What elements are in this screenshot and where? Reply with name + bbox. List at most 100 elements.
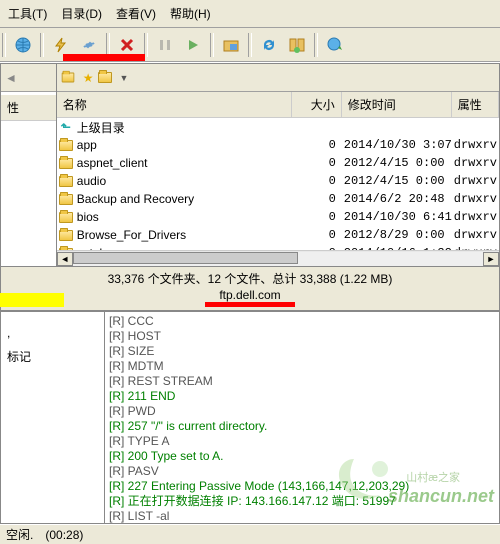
up-arrow-icon: ⬑	[59, 120, 73, 134]
file-name: Browse_For_Drivers	[77, 228, 186, 242]
path-toolbar: ★ ▼	[57, 64, 499, 92]
header-size[interactable]: 大小	[292, 92, 342, 117]
log-line: [R] 正在打开数据连接 IP: 143.166.147.12 端口: 5199…	[109, 494, 495, 509]
highlight-marker	[0, 293, 64, 307]
file-date: 2014/6/2 20:48	[344, 192, 454, 206]
separator	[2, 33, 6, 57]
log-panel[interactable]: [R] CCC[R] HOST[R] SIZE[R] MDTM[R] REST …	[105, 311, 500, 524]
log-line: [R] SIZE	[109, 344, 495, 359]
file-date: 2014/10/30 3:07	[344, 138, 454, 152]
close-icon[interactable]	[116, 34, 138, 56]
mark-label: 标记	[1, 340, 104, 373]
folder-icon	[59, 230, 73, 241]
file-attr: drwxrv	[454, 138, 497, 152]
folder-icon	[59, 212, 73, 223]
star-icon[interactable]: ★	[83, 71, 94, 85]
file-attr: drwxrv	[454, 192, 497, 206]
log-line: [R] 211 END	[109, 389, 495, 404]
file-size: 0	[294, 174, 344, 188]
log-line: [R] PWD	[109, 404, 495, 419]
log-line: [R] 257 "/" is current directory.	[109, 419, 495, 434]
file-size: 0	[294, 192, 344, 206]
mark-row: ,	[1, 326, 104, 340]
chevron-down-icon[interactable]: ▼	[120, 73, 129, 83]
folder-icon	[59, 140, 73, 151]
folder-icon[interactable]	[98, 72, 112, 83]
scroll-thumb[interactable]	[73, 252, 299, 264]
play-icon[interactable]	[182, 34, 204, 56]
file-date: 2012/4/15 0:00	[344, 174, 454, 188]
folder-blue-icon[interactable]	[220, 34, 242, 56]
log-line: [R] 227 Entering Passive Mode (143,166,1…	[109, 479, 495, 494]
chevron-left-icon[interactable]: ◄	[5, 71, 17, 85]
header-attr[interactable]: 属性	[452, 92, 499, 117]
separator	[210, 33, 214, 57]
separator	[314, 33, 318, 57]
compare-icon[interactable]	[286, 34, 308, 56]
menu-view[interactable]: 查看(V)	[110, 3, 162, 24]
separator	[248, 33, 252, 57]
separator	[144, 33, 148, 57]
file-name: bios	[77, 210, 99, 224]
file-date: 2012/4/15 0:00	[344, 156, 454, 170]
left-panel: ◄ 性	[0, 63, 56, 267]
separator	[40, 33, 44, 57]
globe-icon[interactable]	[12, 34, 34, 56]
pause-icon[interactable]	[154, 34, 176, 56]
file-name: app	[77, 138, 97, 152]
folder-icon	[59, 194, 73, 205]
file-date: 2012/8/29 0:00	[344, 228, 454, 242]
host-text: ftp.dell.com	[1, 288, 499, 302]
scroll-right-icon[interactable]: ►	[483, 252, 499, 266]
log-line: [R] PASV	[109, 464, 495, 479]
folder-icon	[59, 176, 73, 187]
scroll-left-icon[interactable]: ◄	[57, 252, 73, 266]
file-size: 0	[294, 138, 344, 152]
table-row[interactable]: bios02014/10/30 6:41drwxrv	[57, 208, 499, 226]
file-date: 2014/10/30 6:41	[344, 210, 454, 224]
file-panel: ★ ▼ 名称 大小 修改时间 属性 ⬑上级目录 app02014/10/30 3…	[56, 63, 500, 267]
separator	[106, 33, 110, 57]
status-bar: 空闲. (00:28)	[0, 524, 500, 544]
refresh-icon[interactable]	[258, 34, 280, 56]
file-attr: drwxrv	[454, 228, 497, 242]
table-row[interactable]: Browse_For_Drivers02012/8/29 0:00drwxrv	[57, 226, 499, 244]
mini-toolbar: ◄	[1, 64, 56, 92]
file-name: audio	[77, 174, 106, 188]
file-attr: drwxrv	[454, 210, 497, 224]
table-row[interactable]: app 02014/10/30 3:07drwxrv	[57, 136, 499, 154]
globe-go-icon[interactable]	[324, 34, 346, 56]
log-line: [R] TYPE A	[109, 434, 495, 449]
file-attr: drwxrv	[454, 174, 497, 188]
left-header: 性	[1, 92, 56, 121]
summary-text: 33,376 个文件夹、12 个文件、总计 33,388 (1.22 MB)	[1, 270, 499, 287]
menu-tools[interactable]: 工具(T)	[2, 3, 53, 24]
status-idle: 空闲.	[6, 526, 33, 543]
folder-icon	[59, 248, 73, 251]
file-name: aspnet_client	[77, 156, 148, 170]
annotation-underline	[205, 302, 295, 307]
log-line: [R] REST STREAM	[109, 374, 495, 389]
file-name: Backup and Recovery	[77, 192, 194, 206]
summary-bar: 33,376 个文件夹、12 个文件、总计 33,388 (1.22 MB) f…	[0, 267, 500, 311]
table-row[interactable]: Backup and Recovery 02014/6/2 20:48drwxrv	[57, 190, 499, 208]
lightning-icon[interactable]	[50, 34, 72, 56]
lower-left-panel: , 标记	[0, 311, 105, 524]
table-row[interactable]: audio 02012/4/15 0:00drwxrv	[57, 172, 499, 190]
link-icon[interactable]	[78, 34, 100, 56]
header-name[interactable]: 名称	[57, 92, 292, 117]
log-line: [R] 200 Type set to A.	[109, 449, 495, 464]
table-row[interactable]: aspnet_client 02012/4/15 0:00drwxrv	[57, 154, 499, 172]
file-list[interactable]: ⬑上级目录 app02014/10/30 3:07drwxrvaspnet_cl…	[57, 118, 499, 250]
parent-dir-row[interactable]: ⬑上级目录	[57, 118, 499, 136]
header-date[interactable]: 修改时间	[342, 92, 452, 117]
log-line: [R] MDTM	[109, 359, 495, 374]
file-size: 0	[294, 156, 344, 170]
menu-dir[interactable]: 目录(D)	[55, 3, 108, 24]
horizontal-scrollbar[interactable]: ◄ ►	[57, 250, 499, 266]
folder-icon	[59, 158, 73, 169]
annotation-underline	[63, 54, 145, 61]
file-attr: drwxrv	[454, 156, 497, 170]
menu-help[interactable]: 帮助(H)	[164, 3, 217, 24]
log-line: [R] LIST -al	[109, 509, 495, 524]
